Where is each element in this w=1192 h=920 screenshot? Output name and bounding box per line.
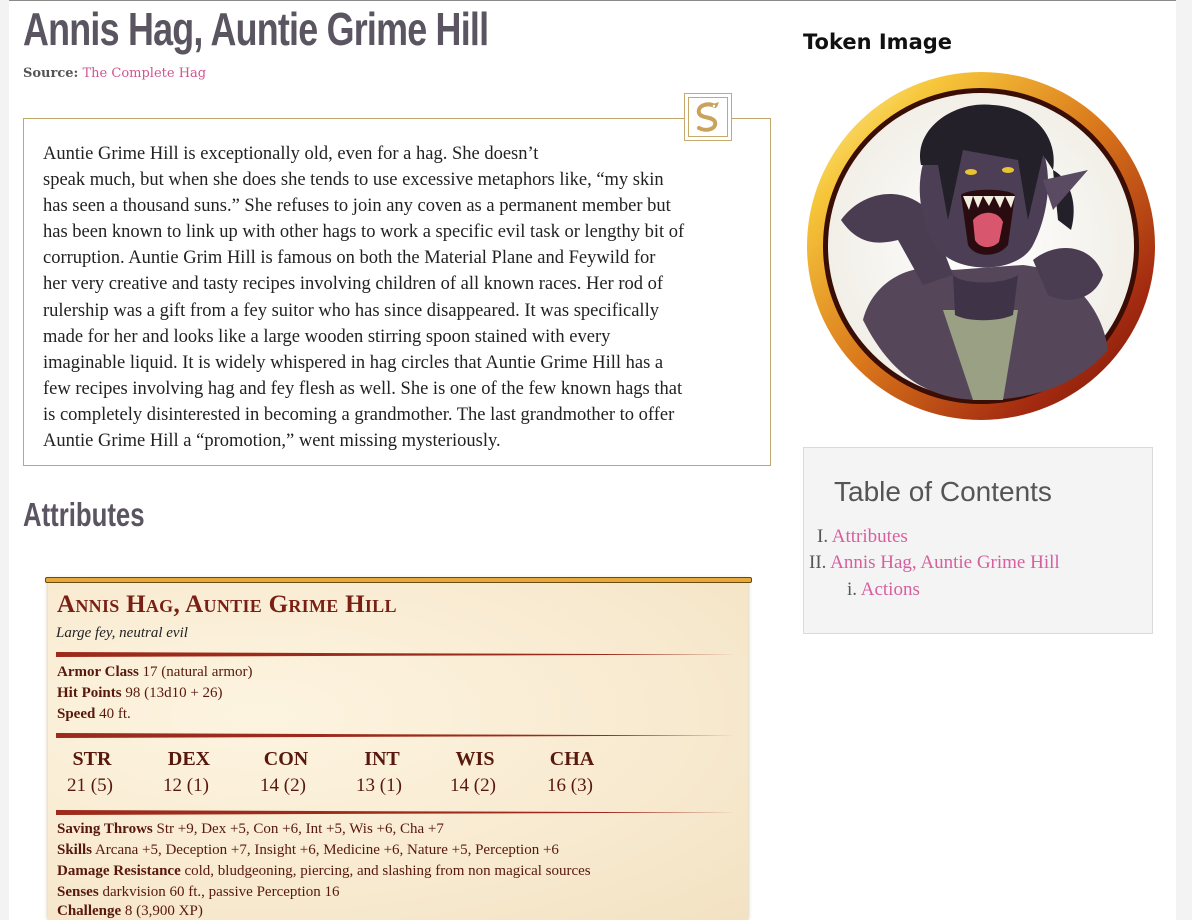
toc-item-attributes: I. Attributes bbox=[817, 526, 908, 548]
hag-token-icon bbox=[807, 72, 1155, 420]
challenge-value: 8 (3,900 XP) bbox=[124, 903, 203, 919]
flavor-line: her very creative and tasty recipes invo… bbox=[43, 274, 664, 295]
attributes-heading: Attributes bbox=[23, 496, 145, 533]
flavor-line: Auntie Grime Hill is exceptionally old, … bbox=[43, 144, 539, 164]
senses-label: Senses bbox=[57, 884, 99, 900]
speed-value: 40 ft. bbox=[99, 706, 131, 722]
toc-item-annis-hag: II. Annis Hag, Auntie Grime Hill bbox=[809, 552, 1060, 574]
token-image[interactable] bbox=[803, 70, 1159, 424]
armor-class-value: 17 (natural armor) bbox=[142, 664, 253, 680]
ability-name-int: INT bbox=[364, 748, 400, 770]
top-border bbox=[0, 0, 1192, 1]
flavor-line: has been known to link up with other hag… bbox=[43, 222, 685, 243]
flavor-line: few recipes involving hag and fey flesh … bbox=[43, 378, 683, 399]
skills-value: Arcana +5, Deception +7, Insight +6, Med… bbox=[94, 842, 559, 858]
ability-name-dex: DEX bbox=[167, 748, 211, 770]
speed-label: Speed bbox=[57, 706, 96, 722]
hit-points-row: Hit Points 98 (13d10 + 26) bbox=[57, 685, 223, 702]
ability-name-wis: WIS bbox=[455, 748, 495, 770]
source-line: Source: The Complete Hag bbox=[23, 66, 206, 81]
stat-divider bbox=[56, 733, 736, 738]
left-margin bbox=[0, 0, 9, 920]
source-link[interactable]: The Complete Hag bbox=[83, 66, 207, 81]
skills-label: Skills bbox=[57, 842, 93, 858]
hit-points-value: 98 (13d10 + 26) bbox=[125, 685, 223, 701]
ability-score-int: 13 (1) bbox=[356, 775, 402, 796]
ability-name-con: CON bbox=[263, 748, 309, 770]
toc-item-number: i. bbox=[847, 579, 858, 600]
stat-divider bbox=[56, 652, 736, 657]
damage-resistance-row: Damage Resistance cold, bludgeoning, pie… bbox=[57, 863, 591, 880]
flavor-line: has seen a thousand suns.” She refuses t… bbox=[43, 196, 671, 217]
flavor-line: imaginable liquid. It is widely whispere… bbox=[43, 352, 664, 373]
ability-name-cha: CHA bbox=[549, 748, 595, 770]
challenge-label: Challenge bbox=[57, 903, 122, 919]
flavor-line: corruption. Auntie Grim Hill is famous o… bbox=[43, 248, 656, 269]
ability-score-str: 21 (5) bbox=[67, 775, 113, 796]
ability-score-con: 14 (2) bbox=[260, 775, 306, 796]
armor-class-label: Armor Class bbox=[57, 664, 139, 680]
hit-points-label: Hit Points bbox=[57, 685, 122, 701]
ability-score-cha: 16 (3) bbox=[547, 775, 593, 796]
ability-score-dex: 12 (1) bbox=[163, 775, 209, 796]
flavor-line: is completely disinterested in becoming … bbox=[43, 404, 675, 425]
source-label: Source: bbox=[23, 66, 79, 81]
saving-throws-label: Saving Throws bbox=[57, 821, 153, 837]
creature-name: Annis Hag, Auntie Grime Hill bbox=[57, 591, 397, 618]
damage-resistance-value: cold, bludgeoning, piercing, and slashin… bbox=[184, 863, 591, 879]
right-margin bbox=[1176, 0, 1192, 920]
page-title: Annis Hag, Auntie Grime Hill bbox=[23, 3, 489, 55]
flavor-line: made for her and looks like a large wood… bbox=[43, 326, 611, 347]
flavor-line: speak much, but when she does she tends … bbox=[43, 170, 664, 191]
flavor-line: rulership was a gift from a fey suitor w… bbox=[43, 300, 659, 321]
stat-divider bbox=[56, 810, 736, 815]
toc-link-annis-hag[interactable]: Annis Hag, Auntie Grime Hill bbox=[830, 552, 1060, 573]
stat-block-top-bar bbox=[45, 577, 752, 583]
senses-value: darkvision 60 ft., passive Perception 16 bbox=[102, 884, 340, 900]
speed-row: Speed 40 ft. bbox=[57, 706, 131, 723]
dragon-icon bbox=[684, 93, 732, 141]
saving-throws-value: Str +9, Dex +5, Con +6, Int +5, Wis +6, … bbox=[156, 821, 444, 837]
creature-type: Large fey, neutral evil bbox=[56, 625, 188, 641]
toc-item-number: II. bbox=[809, 552, 827, 573]
toc-link-actions[interactable]: Actions bbox=[861, 579, 920, 600]
armor-class-row: Armor Class 17 (natural armor) bbox=[57, 664, 253, 681]
damage-resistance-label: Damage Resistance bbox=[57, 863, 181, 879]
challenge-row: Challenge 8 (3,900 XP) bbox=[57, 903, 203, 920]
skills-row: Skills Arcana +5, Deception +7, Insight … bbox=[57, 842, 559, 859]
senses-row: Senses darkvision 60 ft., passive Percep… bbox=[57, 884, 339, 901]
toc-item-actions: i. Actions bbox=[847, 579, 920, 601]
toc-title: Table of Contents bbox=[834, 476, 1052, 507]
toc-link-attributes[interactable]: Attributes bbox=[832, 526, 908, 547]
ability-name-str: STR bbox=[72, 748, 112, 770]
token-image-heading: Token Image bbox=[803, 30, 953, 54]
toc-item-number: I. bbox=[817, 526, 829, 547]
flavor-line: Auntie Grime Hill a “promotion,” went mi… bbox=[43, 431, 501, 452]
ability-score-wis: 14 (2) bbox=[450, 775, 496, 796]
saving-throws-row: Saving Throws Str +9, Dex +5, Con +6, In… bbox=[57, 821, 444, 838]
flavor-text: Auntie Grime Hill is exceptionally old, … bbox=[43, 141, 759, 454]
